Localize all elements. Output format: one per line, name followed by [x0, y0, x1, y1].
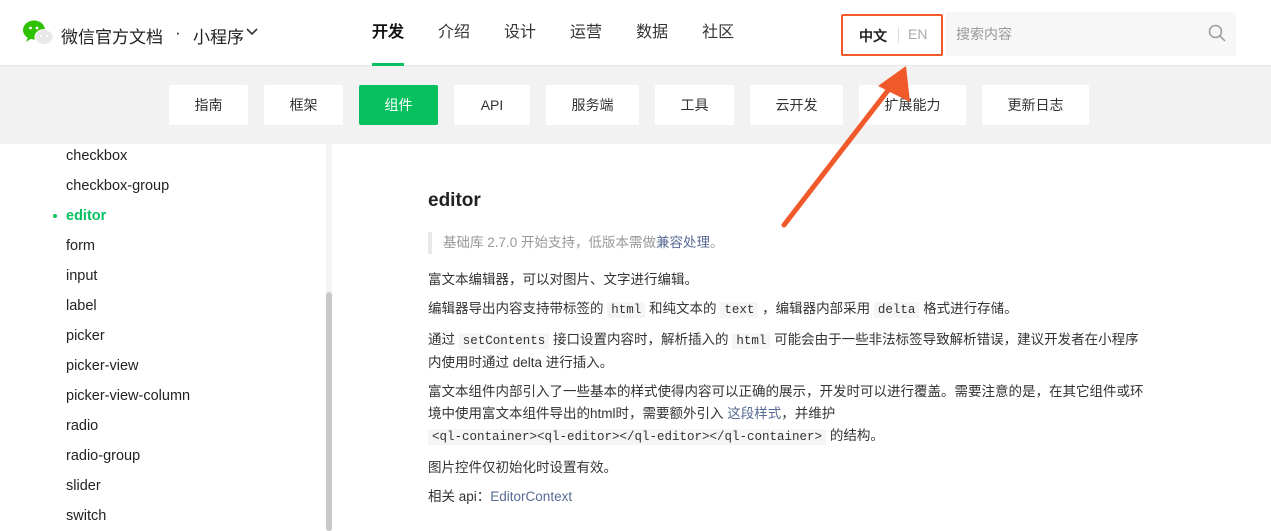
text: 编辑器导出内容支持带标签的 [428, 301, 604, 316]
tab-framework[interactable]: 框架 [264, 85, 343, 125]
wechat-logo-icon[interactable] [22, 19, 54, 47]
nav-data[interactable]: 数据 [636, 0, 668, 66]
sidebar-item-editor[interactable]: editor [66, 208, 106, 224]
search-box [946, 12, 1236, 56]
sidebar-item-slider[interactable]: slider [66, 478, 101, 494]
version-note-text: 基础库 2.7.0 开始支持，低版本需做 [443, 235, 657, 250]
active-indicator [53, 214, 57, 218]
nav-community[interactable]: 社区 [702, 0, 734, 66]
top-header: 微信官方文档 · 小程序 开发 介绍 设计 运营 数据 社区 中文 EN [0, 0, 1271, 66]
sidebar: checkbox checkbox-group editor form inpu… [0, 144, 326, 531]
tab-server[interactable]: 服务端 [546, 85, 639, 125]
sidebar-item-form[interactable]: form [66, 238, 95, 254]
nav-develop[interactable]: 开发 [372, 0, 405, 66]
sidebar-item-radio[interactable]: radio [66, 418, 98, 434]
sidebar-item-picker[interactable]: picker [66, 328, 105, 344]
sidebar-item-radio-group[interactable]: radio-group [66, 448, 140, 464]
search-icon[interactable] [1208, 24, 1226, 42]
nav-intro[interactable]: 介绍 [438, 0, 470, 66]
style-link[interactable]: 这段样式 [727, 406, 781, 421]
sidebar-item-label[interactable]: label [66, 298, 97, 314]
paragraph-intro: 富文本编辑器，可以对图片、文字进行编辑。 [428, 272, 698, 287]
code-ql-container: <ql-container><ql-editor></ql-editor></q… [428, 429, 827, 445]
brand-separator: · [175, 23, 181, 42]
tab-extensions[interactable]: 扩展能力 [859, 85, 966, 125]
paragraph-image: 图片控件仅初始化时设置有效。 [428, 460, 617, 475]
text: 接口设置内容时，解析插入的 [553, 332, 729, 347]
sub-nav: 指南 框架 组件 API 服务端 工具 云开发 扩展能力 更新日志 [0, 66, 1271, 144]
chevron-down-icon[interactable] [245, 27, 259, 37]
related-api-label: 相关 api： [428, 489, 491, 504]
main-nav: 开发 介绍 设计 运营 数据 社区 [372, 0, 768, 66]
paragraph-related-api: 相关 api：EditorContext [428, 486, 1148, 508]
version-note-end: 。 [710, 235, 724, 250]
brand-title[interactable]: 微信官方文档 [61, 23, 163, 48]
language-switcher: 中文 EN [841, 14, 943, 56]
tab-guide[interactable]: 指南 [169, 85, 248, 125]
code-html: html [732, 333, 771, 349]
paragraph-setcontents: 通过 setContents 接口设置内容时，解析插入的 html 可能会由于一… [428, 329, 1148, 374]
tab-cloud[interactable]: 云开发 [750, 85, 843, 125]
page-title: editor [428, 190, 481, 211]
search-input[interactable] [956, 24, 1196, 44]
tab-api[interactable]: API [454, 85, 530, 125]
nav-design[interactable]: 设计 [504, 0, 536, 66]
sidebar-item-switch[interactable]: switch [66, 508, 106, 524]
code-setcontents: setContents [458, 333, 550, 349]
code-text: text [720, 302, 759, 318]
compat-link[interactable]: 兼容处理 [656, 235, 710, 250]
text: 格式进行存储。 [923, 301, 1018, 316]
text: ，并维护 [781, 406, 836, 421]
text: 和纯文本的 [649, 301, 717, 316]
sidebar-item-input[interactable]: input [66, 268, 97, 284]
nav-operate[interactable]: 运营 [570, 0, 602, 66]
sidebar-item-picker-view-column[interactable]: picker-view-column [66, 388, 190, 404]
code-delta: delta [873, 302, 920, 318]
sidebar-item-checkbox-group[interactable]: checkbox-group [66, 178, 169, 194]
sidebar-item-checkbox[interactable]: checkbox [66, 148, 127, 164]
paragraph-formats: 编辑器导出内容支持带标签的 html 和纯文本的 text ，编辑器内部采用 d… [428, 298, 1148, 321]
text: 通过 [428, 332, 455, 347]
tab-components[interactable]: 组件 [359, 85, 438, 125]
lang-en-option[interactable]: EN [908, 26, 927, 42]
sidebar-scrollbar[interactable] [326, 292, 332, 531]
lang-divider [898, 27, 899, 43]
editor-context-link[interactable]: EditorContext [490, 489, 572, 504]
text: ，编辑器内部采用 [762, 301, 871, 316]
tab-tools[interactable]: 工具 [655, 85, 734, 125]
product-selector[interactable]: 小程序 [193, 23, 244, 48]
lang-zh-option[interactable]: 中文 [859, 26, 887, 46]
code-html: html [607, 302, 646, 318]
sidebar-item-picker-view[interactable]: picker-view [66, 358, 139, 374]
version-note: 基础库 2.7.0 开始支持，低版本需做兼容处理。 [428, 232, 724, 254]
paragraph-styles: 富文本组件内部引入了一些基本的样式使得内容可以正确的展示，开发时可以进行覆盖。需… [428, 381, 1148, 448]
text: 的结构。 [829, 428, 884, 443]
tab-changelog[interactable]: 更新日志 [982, 85, 1089, 125]
